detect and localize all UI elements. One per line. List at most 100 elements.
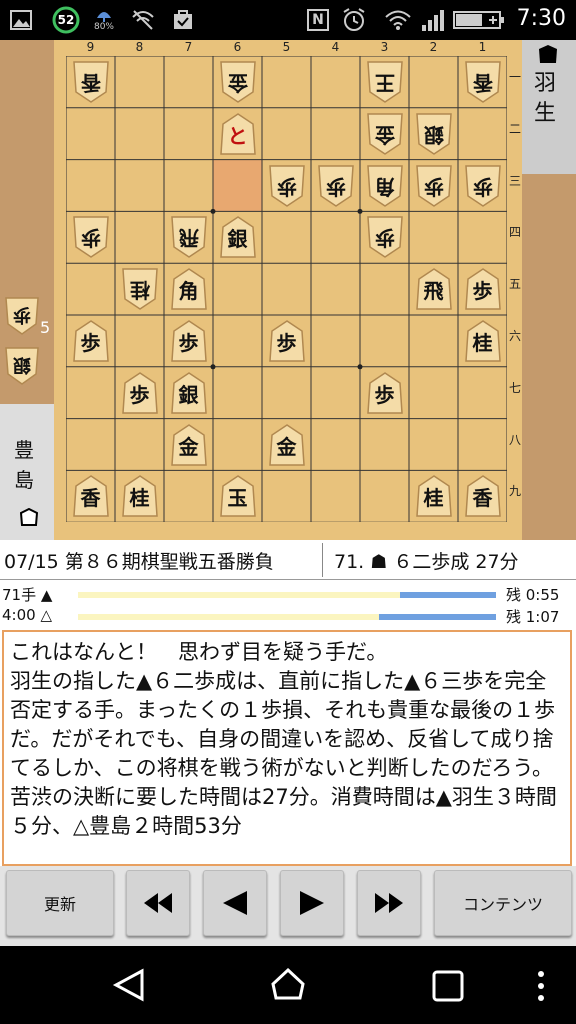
sente-name-2: 島 xyxy=(14,468,34,492)
gote-piece[interactable]: 王 xyxy=(366,60,404,104)
home-icon[interactable] xyxy=(270,966,306,1006)
time-fill-sente xyxy=(399,592,496,598)
fast-forward-icon xyxy=(375,893,403,913)
wifi-off-icon xyxy=(130,8,156,32)
move-count-label: 71手 ▲ xyxy=(2,586,53,604)
signal-icon xyxy=(420,8,446,32)
next-icon xyxy=(300,891,324,915)
gote-piece[interactable]: 金 xyxy=(219,60,257,104)
current-move[interactable]: 71. ☗ ６二歩成 27分 xyxy=(334,547,519,574)
row-label: 五 xyxy=(508,277,521,292)
back-icon[interactable] xyxy=(112,968,146,1006)
column-label: 7 xyxy=(184,40,193,54)
time-bar-sente xyxy=(78,592,496,598)
sente-piece[interactable]: 金 xyxy=(268,423,306,467)
sente-piece[interactable]: 香 xyxy=(464,474,502,518)
row-label: 九 xyxy=(508,484,521,499)
gote-piece[interactable]: 歩 xyxy=(268,164,306,208)
clock-text: 7:30 xyxy=(516,6,566,31)
column-label: 3 xyxy=(380,40,389,54)
column-label: 4 xyxy=(331,40,340,54)
gote-piece[interactable]: 歩 xyxy=(464,164,502,208)
time-row-sente: 71手 ▲ 残 0:55 xyxy=(0,584,576,606)
sente-piece[interactable]: 玉 xyxy=(219,474,257,518)
gote-piece[interactable]: 歩 xyxy=(72,215,110,259)
sente-piece-stand xyxy=(522,174,576,540)
gote-name-1: 羽 xyxy=(534,71,557,96)
game-info-row: 07/15 第８６期棋聖戦五番勝負 71. ☗ ６二歩成 27分 xyxy=(0,541,576,580)
row-label: 二 xyxy=(508,121,521,136)
more-options-icon[interactable] xyxy=(536,970,546,1006)
column-label: 5 xyxy=(282,40,291,54)
gote-piece[interactable]: 香 xyxy=(72,60,110,104)
nfc-icon: N xyxy=(306,8,330,32)
gote-piece[interactable]: 金 xyxy=(366,112,404,156)
task-check-icon xyxy=(170,8,196,32)
sente-piece[interactable]: 銀 xyxy=(170,371,208,415)
sente-piece[interactable]: 飛 xyxy=(415,267,453,311)
gote-name-2: 生 xyxy=(534,101,557,126)
prev-icon xyxy=(223,891,247,915)
column-label: 1 xyxy=(478,40,487,54)
sente-piece[interactable]: 桂 xyxy=(121,474,159,518)
gote-piece[interactable]: 香 xyxy=(464,60,502,104)
last-move-highlight xyxy=(213,159,262,212)
sente-piece[interactable]: 歩 xyxy=(366,371,404,415)
gote-info-panel: 羽 生 xyxy=(522,40,576,174)
refresh-button[interactable]: 更新 xyxy=(6,870,114,936)
elapsed-time-label: 4:00 △ xyxy=(2,606,52,624)
divider xyxy=(322,543,323,577)
last-move-button[interactable] xyxy=(357,870,421,936)
battery-percent-text: 52 xyxy=(57,13,75,27)
system-nav-bar xyxy=(0,946,576,1024)
recents-icon[interactable] xyxy=(432,970,464,1006)
gote-piece[interactable]: 歩 xyxy=(366,215,404,259)
sente-piece[interactable]: 歩 xyxy=(121,371,159,415)
sente-name-1: 豊 xyxy=(14,438,34,462)
sente-piece[interactable]: 香 xyxy=(72,474,110,518)
row-label: 一 xyxy=(508,70,521,84)
battery-icon xyxy=(452,8,508,32)
column-label: 2 xyxy=(429,40,438,54)
hand-piece[interactable]: 銀 xyxy=(4,346,40,386)
gote-piece[interactable]: 歩 xyxy=(317,164,355,208)
gote-piece[interactable]: 歩 xyxy=(415,164,453,208)
sente-piece[interactable]: 金 xyxy=(170,423,208,467)
game-title[interactable]: 07/15 第８６期棋聖戦五番勝負 xyxy=(4,547,320,574)
battery-saver-badge: 52 xyxy=(52,6,80,34)
sente-piece[interactable]: 銀 xyxy=(219,215,257,259)
first-move-button[interactable] xyxy=(126,870,190,936)
gote-piece-stand: 歩銀 5 xyxy=(0,40,54,404)
data-badge-text: 80% xyxy=(93,22,114,32)
time-row-gote: 4:00 △ 残 1:07 xyxy=(0,606,576,628)
rewind-icon xyxy=(144,893,172,913)
commentary-text: これはなんと！ 思わず目を疑う手だ。 羽生の指した▲６二歩成は、直前に指した▲６三… xyxy=(10,640,557,838)
gote-piece[interactable]: 角 xyxy=(366,164,404,208)
column-label: 6 xyxy=(233,40,242,54)
next-move-button[interactable] xyxy=(280,870,344,936)
hand-count: 5 xyxy=(40,318,51,337)
commentary-box[interactable]: これはなんと！ 思わず目を疑う手だ。 羽生の指した▲６二歩成は、直前に指した▲６三… xyxy=(2,630,572,866)
alarm-icon xyxy=(340,8,368,32)
sente-piece[interactable]: 角 xyxy=(170,267,208,311)
sente-piece[interactable]: と xyxy=(219,112,257,156)
time-bar-gote xyxy=(78,614,496,620)
column-label: 8 xyxy=(135,40,144,54)
gote-piece[interactable]: 銀 xyxy=(415,112,453,156)
sente-piece[interactable]: 桂 xyxy=(415,474,453,518)
row-label: 四 xyxy=(508,225,521,240)
sente-piece[interactable]: 歩 xyxy=(268,319,306,363)
gote-piece[interactable]: 桂 xyxy=(121,267,159,311)
hand-piece[interactable]: 歩 xyxy=(4,296,40,336)
sente-piece[interactable]: 歩 xyxy=(72,319,110,363)
sente-piece[interactable]: 歩 xyxy=(170,319,208,363)
nfc-text: N xyxy=(312,12,324,28)
previous-move-button[interactable] xyxy=(203,870,267,936)
gote-piece[interactable]: 飛 xyxy=(170,215,208,259)
remaining-time-gote: 残 1:07 xyxy=(506,608,560,626)
sente-piece[interactable]: 桂 xyxy=(464,319,502,363)
time-fill-gote xyxy=(378,614,496,620)
contents-button[interactable]: コンテンツ xyxy=(434,870,572,936)
sente-piece[interactable]: 歩 xyxy=(464,267,502,311)
remaining-time-sente: 残 0:55 xyxy=(506,586,560,604)
